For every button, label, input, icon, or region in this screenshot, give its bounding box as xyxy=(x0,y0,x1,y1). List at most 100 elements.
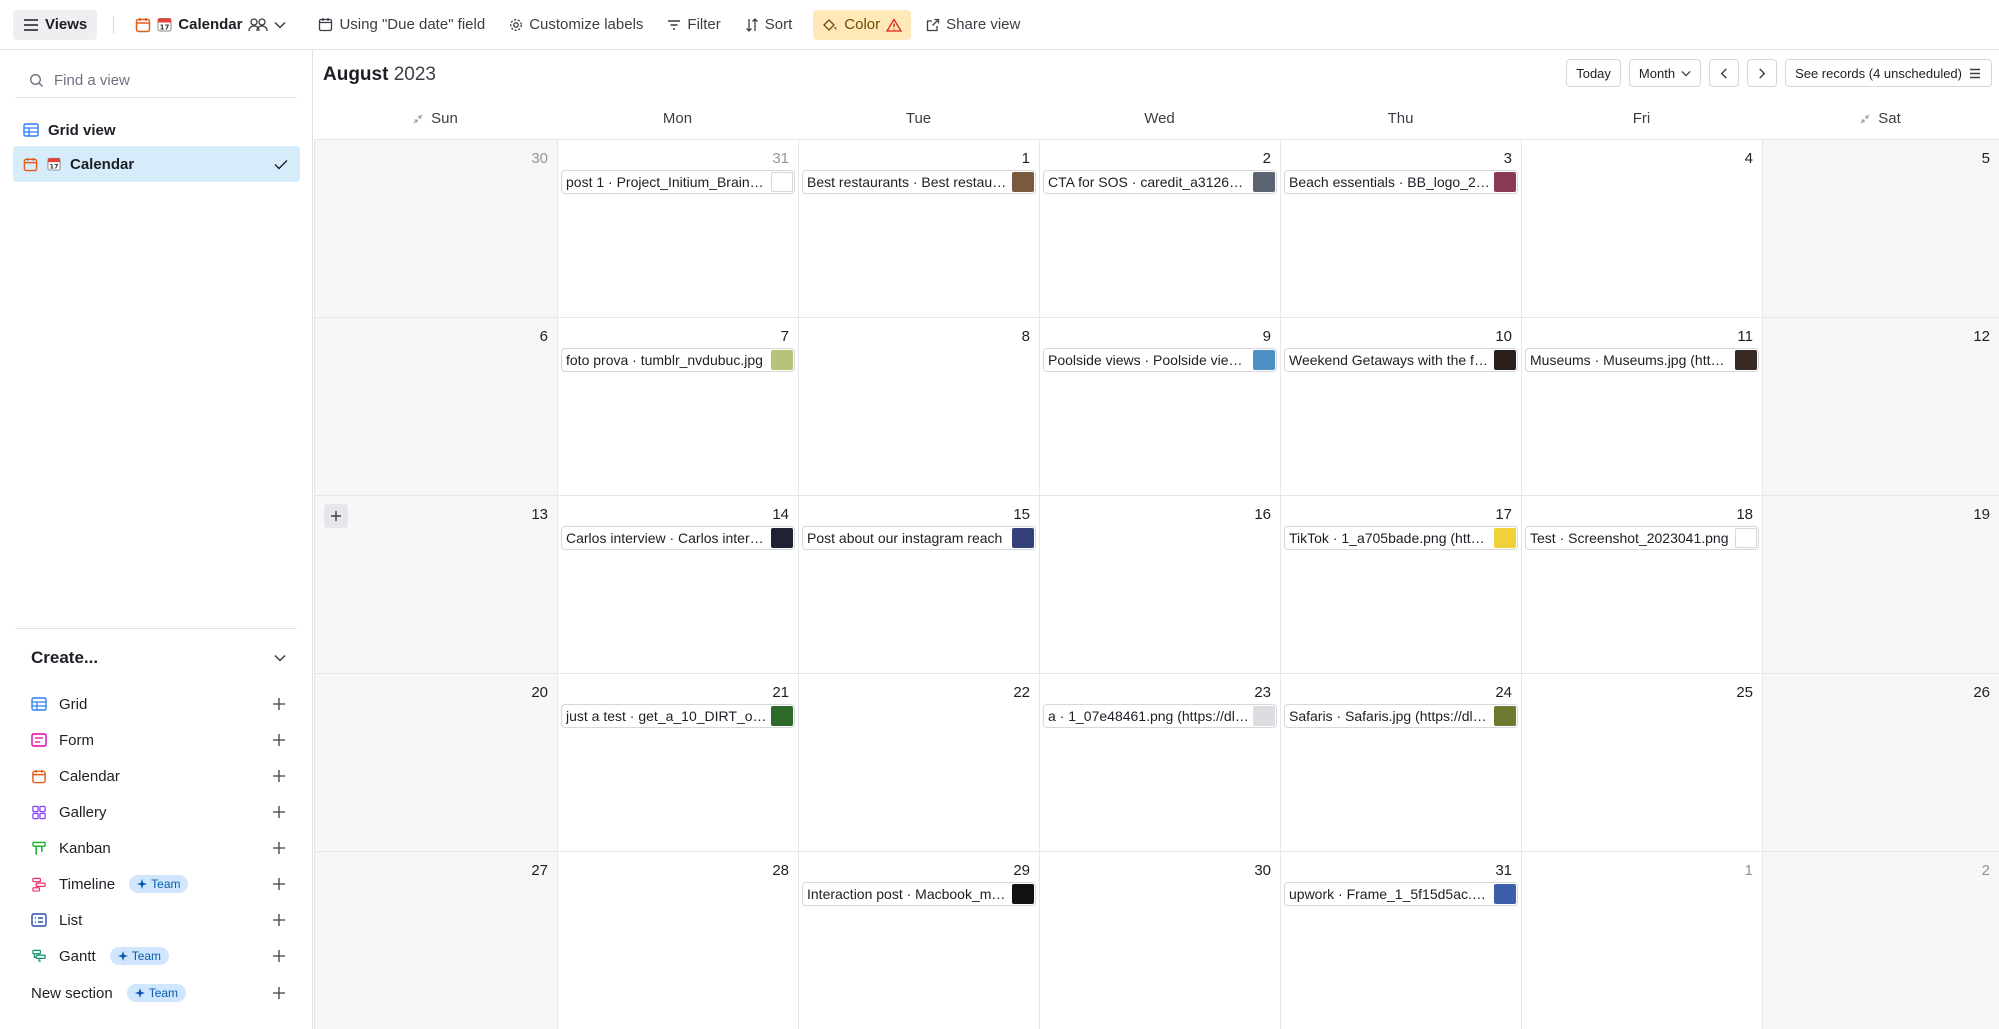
calendar-event[interactable]: Post about our instagram reach xyxy=(802,526,1036,550)
collapse-arrows-icon[interactable] xyxy=(1860,114,1870,124)
day-number: 12 xyxy=(1973,328,1990,345)
create-section-header[interactable]: Create... xyxy=(31,648,286,668)
plus-icon[interactable] xyxy=(272,986,286,1000)
calendar-event[interactable]: foto prova · tumblr_nvdubuc.jpg xyxy=(561,348,795,372)
day-cell[interactable]: 1 Best restaurants · Best restaurants.jpg xyxy=(798,139,1039,317)
day-cell[interactable]: 10 Weekend Getaways with the family xyxy=(1280,317,1521,495)
day-number: 13 xyxy=(531,506,548,523)
calendar-event[interactable]: Interaction post · Macbook_mockup.png xyxy=(802,882,1036,906)
calendar-event[interactable]: Carlos interview · Carlos interview.png xyxy=(561,526,795,550)
calendar-main: August 2023 Today Month See records (4 u… xyxy=(314,50,1999,1029)
calendar-icon xyxy=(32,769,46,783)
day-cell[interactable]: 28 xyxy=(557,851,798,1029)
create-kanban[interactable]: Kanban xyxy=(31,835,286,861)
calendar-event[interactable]: TikTok · 1_a705bade.png (https://dl.airt… xyxy=(1284,526,1518,550)
sidebar-item-grid-view[interactable]: Grid view xyxy=(13,112,300,148)
previous-month-button[interactable] xyxy=(1709,59,1740,87)
plus-icon[interactable] xyxy=(272,877,286,891)
day-cell[interactable]: 21 just a test · get_a_10_DIRT_offer.png xyxy=(557,673,798,851)
day-cell[interactable]: 31 post 1 · Project_Initium_Brainstorm.pn… xyxy=(557,139,798,317)
date-field-button[interactable]: Using "Due date" field xyxy=(309,10,494,40)
day-cell[interactable]: 30 xyxy=(1039,851,1280,1029)
next-month-button[interactable] xyxy=(1747,59,1778,87)
day-cell[interactable]: 13 xyxy=(314,495,557,673)
calendar-event[interactable]: Museums · Museums.jpg (https://dl.airtab… xyxy=(1525,348,1759,372)
create-form[interactable]: Form xyxy=(31,727,286,753)
create-new-section[interactable]: New section Team xyxy=(31,980,286,1006)
plus-icon[interactable] xyxy=(272,949,286,963)
calendar-event[interactable]: Safaris · Safaris.jpg (https://dl.airtab… xyxy=(1284,704,1518,728)
current-view-name: Calendar xyxy=(178,16,243,33)
add-record-button[interactable] xyxy=(324,504,348,528)
customize-labels-button[interactable]: Customize labels xyxy=(500,10,652,40)
filter-button[interactable]: Filter xyxy=(658,10,729,40)
plus-icon[interactable] xyxy=(272,841,286,855)
day-cell[interactable]: 4 xyxy=(1521,139,1762,317)
day-number: 11 xyxy=(1737,328,1753,345)
calendar-event[interactable]: Weekend Getaways with the family xyxy=(1284,348,1518,372)
calendar-event[interactable]: Test · Screenshot_2023041.png xyxy=(1525,526,1759,550)
day-cell[interactable]: 23 a · 1_07e48461.png (https://dl.airtabl… xyxy=(1039,673,1280,851)
day-cell[interactable]: 12 xyxy=(1762,317,1999,495)
calendar-event[interactable]: Best restaurants · Best restaurants.jpg xyxy=(802,170,1036,194)
day-cell[interactable]: 26 xyxy=(1762,673,1999,851)
day-cell[interactable]: 9 Poolside views · Poolside views.jpg xyxy=(1039,317,1280,495)
create-list[interactable]: List xyxy=(31,907,286,933)
calendar-event[interactable]: upwork · Frame_1_5f15d5ac.png xyxy=(1284,882,1518,906)
color-button[interactable]: Color xyxy=(813,9,912,40)
calendar-event[interactable]: Beach essentials · BB_logo_2.png xyxy=(1284,170,1518,194)
create-timeline[interactable]: Timeline Team xyxy=(31,871,286,897)
day-cell[interactable]: 30 xyxy=(314,139,557,317)
day-cell[interactable]: 2 xyxy=(1762,851,1999,1029)
see-records-button[interactable]: See records (4 unscheduled) xyxy=(1785,59,1992,87)
sidebar-item-calendar[interactable]: 17 Calendar xyxy=(13,146,300,182)
day-cell[interactable]: 3 Beach essentials · BB_logo_2.png xyxy=(1280,139,1521,317)
calendar-event[interactable]: just a test · get_a_10_DIRT_offer.png xyxy=(561,704,795,728)
day-cell[interactable]: 1 xyxy=(1521,851,1762,1029)
current-view-button[interactable]: 17 Calendar xyxy=(126,10,295,40)
views-toggle-button[interactable]: Views xyxy=(13,9,98,40)
day-cell[interactable]: 25 xyxy=(1521,673,1762,851)
calendar-event[interactable]: Poolside views · Poolside views.jpg xyxy=(1043,348,1277,372)
sort-button[interactable]: Sort xyxy=(736,10,802,40)
create-gallery[interactable]: Gallery xyxy=(31,799,286,825)
day-cell[interactable]: 27 xyxy=(314,851,557,1029)
day-cell[interactable]: 11 Museums · Museums.jpg (https://dl.airt… xyxy=(1521,317,1762,495)
today-button[interactable]: Today xyxy=(1566,59,1621,87)
day-cell[interactable]: 31 upwork · Frame_1_5f15d5ac.png xyxy=(1280,851,1521,1029)
share-view-button[interactable]: Share view xyxy=(917,10,1029,40)
plus-icon[interactable] xyxy=(272,913,286,927)
view-search xyxy=(15,64,297,98)
day-cell[interactable]: 19 xyxy=(1762,495,1999,673)
day-cell[interactable]: 2 CTA for SOS · caredit_a3126b.png xyxy=(1039,139,1280,317)
day-cell[interactable]: 17 TikTok · 1_a705bade.png (https://dl.ai… xyxy=(1280,495,1521,673)
create-calendar[interactable]: Calendar xyxy=(31,763,286,789)
day-cell[interactable]: 14 Carlos interview · Carlos interview.pn… xyxy=(557,495,798,673)
range-select[interactable]: Month xyxy=(1628,59,1702,87)
create-grid[interactable]: Grid xyxy=(31,691,286,717)
plus-icon[interactable] xyxy=(272,733,286,747)
day-cell[interactable]: 22 xyxy=(798,673,1039,851)
day-cell[interactable]: 29 Interaction post · Macbook_mockup.png xyxy=(798,851,1039,1029)
day-cell[interactable]: 8 xyxy=(798,317,1039,495)
collapse-arrows-icon[interactable] xyxy=(413,114,423,124)
plus-icon[interactable] xyxy=(272,697,286,711)
calendar-event[interactable]: a · 1_07e48461.png (https://dl.airtable.… xyxy=(1043,704,1277,728)
calendar-event[interactable]: CTA for SOS · caredit_a3126b.png xyxy=(1043,170,1277,194)
plus-icon[interactable] xyxy=(272,805,286,819)
day-cell[interactable]: 7 foto prova · tumblr_nvdubuc.jpg xyxy=(557,317,798,495)
day-cell[interactable]: 20 xyxy=(314,673,557,851)
day-cell[interactable]: 16 xyxy=(1039,495,1280,673)
weekday-header-sun: Sun xyxy=(314,98,557,139)
day-cell[interactable]: 5 xyxy=(1762,139,1999,317)
day-cell[interactable]: 15 Post about our instagram reach xyxy=(798,495,1039,673)
day-cell[interactable]: 24 Safaris · Safaris.jpg (https://dl.airt… xyxy=(1280,673,1521,851)
create-gantt[interactable]: Gantt Team xyxy=(31,943,286,969)
view-search-input[interactable] xyxy=(54,72,274,89)
calendar-event[interactable]: post 1 · Project_Initium_Brainstorm.png xyxy=(561,170,795,194)
weekday-label: Sun xyxy=(431,110,458,127)
team-badge: Team xyxy=(126,984,187,1002)
plus-icon[interactable] xyxy=(272,769,286,783)
day-cell[interactable]: 18 Test · Screenshot_2023041.png xyxy=(1521,495,1762,673)
day-cell[interactable]: 6 xyxy=(314,317,557,495)
